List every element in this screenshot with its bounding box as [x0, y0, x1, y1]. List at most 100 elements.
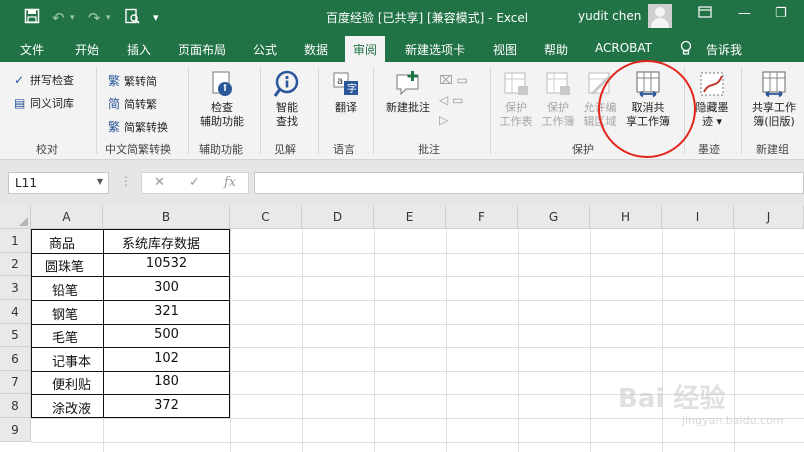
simplified-to-traditional-button[interactable]: 简简转繁 [108, 95, 157, 112]
previous-comment-icon[interactable]: ◁ [439, 93, 448, 107]
group-label-accessibility: 辅助功能 [199, 143, 243, 156]
cell-a4[interactable]: 钢笔 [52, 304, 78, 323]
formula-input[interactable] [254, 172, 804, 194]
translate-icon: a字 [333, 72, 358, 95]
tab-page-layout[interactable]: 页面布局 [178, 41, 226, 58]
insert-function-icon[interactable]: fx [224, 175, 236, 190]
hide-ink-button[interactable]: 隐藏墨 迹 ▾ [690, 70, 734, 129]
convert-icon: 繁 [108, 120, 121, 134]
cell-a2[interactable]: 圆珠笔 [45, 256, 84, 275]
next-comment-icon[interactable]: ▷ [439, 113, 448, 127]
column-header-b[interactable]: B [103, 206, 230, 229]
tab-review[interactable]: 审阅 [345, 36, 386, 62]
row-header-7[interactable]: 7 [0, 371, 31, 394]
row-header-6[interactable]: 6 [0, 347, 31, 371]
maximize-icon[interactable]: ❐ [775, 6, 787, 21]
tab-acrobat[interactable]: ACROBAT [595, 41, 652, 55]
row-header-3[interactable]: 3 [0, 276, 31, 300]
ribbon-tabs: 文件 开始 插入 页面布局 公式 数据 审阅 新建选项卡 视图 帮助 ACROB… [0, 36, 804, 62]
accessibility-icon [212, 71, 232, 96]
save-icon[interactable] [24, 8, 40, 29]
column-header-f[interactable]: F [446, 206, 518, 229]
cell-a5[interactable]: 毛笔 [52, 327, 78, 346]
convert-icon: 繁 [108, 74, 121, 88]
comment-actions: ⌧ ▭ ◁ ▭ ▷ [439, 70, 479, 130]
new-comment-icon [396, 71, 419, 96]
tab-help[interactable]: 帮助 [544, 41, 568, 58]
tab-new-tab[interactable]: 新建选项卡 [405, 41, 465, 58]
cell-a1[interactable]: 商品 [49, 233, 75, 252]
column-header-h[interactable]: H [590, 206, 662, 229]
group-label-proofing: 校对 [36, 143, 58, 156]
column-header-j[interactable]: J [734, 206, 804, 229]
redo-dropdown-icon[interactable]: ▾ [106, 8, 111, 28]
tab-file[interactable]: 文件 [20, 41, 44, 58]
print-preview-icon[interactable] [124, 8, 140, 29]
smart-lookup-button[interactable]: 智能 查找 [266, 70, 308, 129]
column-header-i[interactable]: I [662, 206, 734, 229]
select-all-button[interactable] [0, 206, 31, 229]
user-name[interactable]: yudit chen [578, 9, 641, 23]
chevron-down-icon[interactable]: ▼ [97, 177, 103, 186]
translate-button[interactable]: a字 翻译 [326, 70, 366, 115]
cell-a3[interactable]: 铅笔 [52, 280, 78, 299]
avatar[interactable] [648, 4, 672, 28]
cell-a8[interactable]: 涂改液 [52, 398, 91, 417]
drag-handle[interactable]: ⋮ [120, 174, 132, 188]
column-header-g[interactable]: G [518, 206, 590, 229]
thesaurus-button[interactable]: ▤ 同义词库 [14, 95, 74, 111]
row-header-2[interactable]: 2 [0, 253, 31, 276]
row-header-4[interactable]: 4 [0, 300, 31, 324]
title-bar: ↶ ▾ ↷ ▾ ▾ 百度经验 [已共享] [兼容模式] - Excel yudi… [0, 0, 804, 36]
minimize-icon[interactable]: — [738, 6, 751, 21]
row-header-1[interactable]: 1 [0, 229, 31, 253]
traditional-to-simplified-button[interactable]: 繁繁转简 [108, 72, 157, 89]
row-header-5[interactable]: 5 [0, 324, 31, 347]
column-header-d[interactable]: D [302, 206, 374, 229]
new-comment-button[interactable]: 新建批注 [381, 70, 435, 115]
cell-b2[interactable]: 10532 [103, 256, 230, 271]
chinese-conversion-button[interactable]: 繁简繁转换 [108, 118, 168, 135]
excel-window: ↶ ▾ ↷ ▾ ▾ 百度经验 [已共享] [兼容模式] - Excel yudi… [0, 0, 804, 452]
protect-sheet-button[interactable]: 保护 工作表 [496, 70, 536, 129]
tab-insert[interactable]: 插入 [127, 41, 151, 58]
protect-workbook-button[interactable]: 保护 工作簿 [538, 70, 578, 129]
undo-icon[interactable]: ↶ [52, 8, 65, 28]
cell-b7[interactable]: 180 [103, 374, 230, 389]
cell-a7[interactable]: 便利贴 [52, 374, 91, 393]
share-workbook-legacy-button[interactable]: 共享工作 簿(旧版) [746, 70, 802, 129]
column-header-a[interactable]: A [31, 206, 103, 229]
cell-a6[interactable]: 记事本 [52, 351, 91, 370]
column-header-c[interactable]: C [230, 206, 302, 229]
check-accessibility-button[interactable]: 检查 辅助功能 [196, 70, 248, 129]
tell-me-search[interactable]: 告诉我 [706, 41, 742, 58]
ribbon-display-options-icon[interactable] [698, 6, 712, 22]
cell-b8[interactable]: 372 [103, 398, 230, 413]
row-header-9[interactable]: 9 [0, 418, 31, 442]
customize-toolbar-icon[interactable]: ▾ [153, 8, 159, 28]
tab-formulas[interactable]: 公式 [253, 41, 277, 58]
cell-b6[interactable]: 102 [103, 351, 230, 366]
tab-data[interactable]: 数据 [304, 41, 328, 58]
redo-icon[interactable]: ↷ [88, 8, 101, 28]
tab-view[interactable]: 视图 [493, 41, 517, 58]
row-header-8[interactable]: 8 [0, 394, 31, 418]
cell-b3[interactable]: 300 [103, 280, 230, 295]
spell-check-icon: ✓ [14, 73, 25, 87]
tab-home[interactable]: 开始 [75, 41, 99, 58]
show-comment-icon[interactable]: ▭ [457, 73, 468, 87]
enter-icon[interactable]: ✓ [189, 175, 200, 190]
cell-b4[interactable]: 321 [103, 304, 230, 319]
delete-comment-icon[interactable]: ⌧ [439, 73, 453, 87]
lightbulb-icon[interactable] [680, 40, 692, 60]
show-all-comments-icon[interactable]: ▭ [452, 93, 463, 107]
undo-dropdown-icon[interactable]: ▾ [70, 8, 75, 28]
cell-b5[interactable]: 500 [103, 327, 230, 342]
name-box[interactable]: L11 ▼ [8, 172, 109, 194]
cell-b1[interactable]: 系统库存数据 [122, 233, 200, 252]
cancel-icon[interactable]: ✕ [154, 175, 165, 190]
protect-sheet-icon [504, 72, 528, 95]
column-header-e[interactable]: E [374, 206, 446, 229]
book-icon: ▤ [14, 96, 26, 110]
spell-check-button[interactable]: ✓ 拼写检查 [14, 72, 74, 88]
